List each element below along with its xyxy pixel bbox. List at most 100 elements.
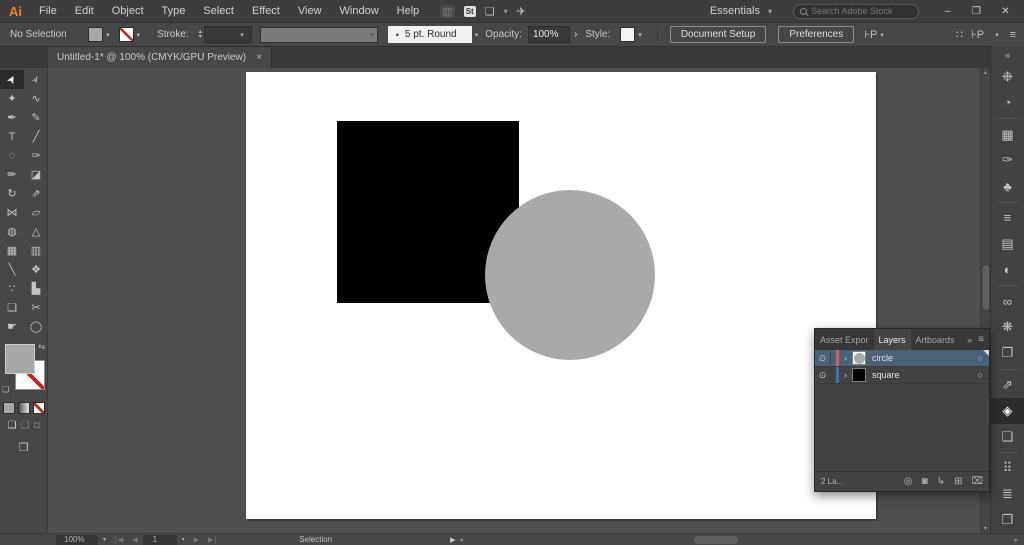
width-tool[interactable]: ⋈ — [0, 203, 24, 222]
collapse-panel-icon[interactable]: » — [967, 335, 972, 345]
chevron-down-icon[interactable]: ▾ — [103, 536, 106, 543]
chevron-down-icon[interactable]: ▾ — [137, 31, 141, 39]
horizontal-scrollbar[interactable]: ◂ ▸ — [460, 534, 1018, 545]
style-swatch[interactable] — [620, 27, 636, 42]
panel-tab[interactable]: Asset Expor — [815, 329, 874, 350]
arrange-documents-icon[interactable]: ❏ — [485, 5, 495, 18]
share-icon[interactable]: ✈ — [517, 5, 526, 18]
symbol-sprayer-tool[interactable]: ∵ — [0, 279, 24, 298]
menu-item[interactable]: Select — [194, 5, 243, 17]
new-sublayer-icon[interactable]: ↳ — [937, 476, 945, 487]
layer-name[interactable]: circle — [872, 353, 971, 363]
workspace-switcher[interactable]: Essentials ▾ — [710, 5, 775, 17]
disclosure-icon[interactable]: › — [839, 370, 852, 380]
color-guide-panel-icon[interactable]: ◔ — [991, 90, 1024, 116]
status-expand-icon[interactable]: ▶ — [450, 536, 455, 544]
panel-menu-icon[interactable]: ≡ — [978, 334, 984, 345]
scroll-down-icon[interactable]: ▾ — [981, 525, 990, 532]
previous-artboard-icon[interactable]: ◀ — [132, 536, 138, 544]
menu-item[interactable]: Window — [331, 5, 388, 17]
new-layer-icon[interactable]: ⊞ — [954, 476, 962, 487]
type-tool[interactable]: T — [0, 127, 24, 146]
draw-normal-icon[interactable]: ❑ — [8, 420, 17, 431]
curvature-tool[interactable]: ✎ — [24, 108, 48, 127]
gradient-panel-icon[interactable]: ▤ — [991, 231, 1024, 257]
menu-item[interactable]: Type — [153, 5, 195, 17]
locate-object-icon[interactable]: ◎ — [904, 476, 913, 487]
magic-wand-tool[interactable]: ✦ — [0, 89, 24, 108]
libraries-panel-icon[interactable]: ∞ — [991, 289, 1024, 315]
menu-item[interactable]: Edit — [66, 5, 103, 17]
align-panel-icon[interactable]: ≣ — [991, 481, 1024, 507]
free-transform-tool[interactable]: ▱ — [24, 203, 48, 222]
layer-row[interactable]: ⊙ › square ○ — [815, 367, 989, 384]
layer-row[interactable]: ⊙ › circle ○ — [815, 350, 989, 367]
lasso-tool[interactable]: ∿ — [24, 89, 48, 108]
shape-builder-tool[interactable]: ◍ — [0, 222, 24, 241]
chevron-down-icon[interactable]: ▾ — [475, 31, 479, 39]
expand-panels-icon[interactable]: « — [991, 46, 1024, 64]
delete-layer-icon[interactable]: ⌧ — [971, 476, 983, 487]
preferences-button[interactable]: Preferences — [778, 26, 855, 43]
selection-tool[interactable]: ➤ — [0, 70, 24, 89]
scroll-left-icon[interactable]: ◂ — [460, 536, 464, 544]
search-input[interactable] — [811, 6, 912, 16]
pathfinder-panel-icon[interactable]: ❒ — [991, 507, 1024, 533]
menu-item[interactable]: Object — [103, 5, 153, 17]
chevron-down-icon[interactable]: ▾ — [182, 536, 185, 543]
artboard[interactable] — [246, 72, 876, 519]
adobe-stock-icon[interactable]: St — [463, 5, 476, 17]
snap-to-pixel-icon[interactable]: ⊦P — [971, 28, 984, 41]
panel-tab[interactable]: Artboards — [911, 329, 960, 350]
gradient-tool[interactable]: ▥ — [24, 241, 48, 260]
chevron-down-icon[interactable]: ▾ — [106, 31, 110, 39]
stroke-weight-stepper[interactable]: ▴ ▾ — [199, 29, 202, 40]
close-button[interactable]: ✕ — [991, 6, 1020, 17]
restore-button[interactable]: ❐ — [962, 6, 991, 17]
close-tab-icon[interactable]: × — [256, 52, 262, 63]
panel-menu-icon[interactable]: ≡ — [1010, 29, 1016, 41]
eyedropper-tool[interactable]: ╲ — [0, 260, 24, 279]
perspective-grid-tool[interactable]: △ — [24, 222, 48, 241]
eraser-tool[interactable]: ◪ — [24, 165, 48, 184]
layer-name[interactable]: square — [872, 370, 971, 380]
artboard-navigation-dropdown[interactable]: 1 — [142, 534, 177, 545]
visibility-toggle-icon[interactable]: ⊙ — [815, 369, 831, 381]
opacity-arrow-icon[interactable]: › — [574, 29, 577, 40]
arrange-documents-chevron-icon[interactable]: ▾ — [504, 7, 508, 16]
chevron-down-icon[interactable]: ▾ — [880, 31, 884, 39]
menu-item[interactable]: View — [289, 5, 331, 17]
snap-options-icon[interactable]: ⊦P — [864, 28, 877, 41]
minimize-button[interactable]: – — [933, 6, 962, 17]
menu-item[interactable]: Help — [388, 5, 429, 17]
scroll-up-icon[interactable]: ▴ — [981, 69, 990, 76]
pen-tool[interactable]: ✒ — [0, 108, 24, 127]
adobe-stock-search[interactable] — [793, 3, 919, 19]
draw-inside-icon[interactable]: ◘ — [33, 420, 39, 431]
swap-fill-stroke-icon[interactable]: ⇆ — [38, 342, 45, 351]
next-artboard-icon[interactable]: ▶ — [194, 536, 200, 544]
transparency-panel-icon[interactable]: ◐ — [991, 257, 1024, 283]
brush-definition-dropdown[interactable]: • 5 pt. Round — [387, 26, 472, 43]
direct-selection-tool[interactable]: ➢ — [24, 70, 48, 89]
zoom-level-dropdown[interactable]: 100% — [56, 534, 98, 545]
graphic-styles-panel-icon[interactable]: ❐ — [991, 340, 1024, 366]
grid-icon[interactable]: ∷ — [956, 28, 963, 41]
disclosure-icon[interactable]: › — [839, 353, 852, 363]
stroke-weight-dropdown[interactable]: ▾ — [203, 26, 252, 43]
target-icon[interactable]: ○ — [971, 353, 989, 363]
brushes-panel-icon[interactable]: ✑ — [991, 147, 1024, 173]
first-artboard-icon[interactable]: |◀ — [115, 536, 124, 544]
none-mode-button[interactable] — [32, 402, 45, 414]
change-screen-mode-icon[interactable]: ❐ — [0, 441, 47, 454]
fill-color-swatch[interactable] — [88, 27, 103, 42]
artboard-tool[interactable]: ❏ — [0, 298, 24, 317]
default-fill-stroke-icon[interactable]: ❏ — [2, 385, 9, 394]
hand-tool[interactable]: ☛ — [0, 317, 24, 336]
ellipse-tool[interactable]: ◌ — [0, 146, 24, 165]
make-clip-mask-icon[interactable]: ◙ — [922, 476, 928, 487]
document-tab[interactable]: Untitled-1* @ 100% (CMYK/GPU Preview) × — [48, 47, 272, 68]
document-setup-button[interactable]: Document Setup — [669, 26, 767, 43]
paintbrush-tool[interactable]: ✑ — [24, 146, 48, 165]
slice-tool[interactable]: ✂ — [24, 298, 48, 317]
